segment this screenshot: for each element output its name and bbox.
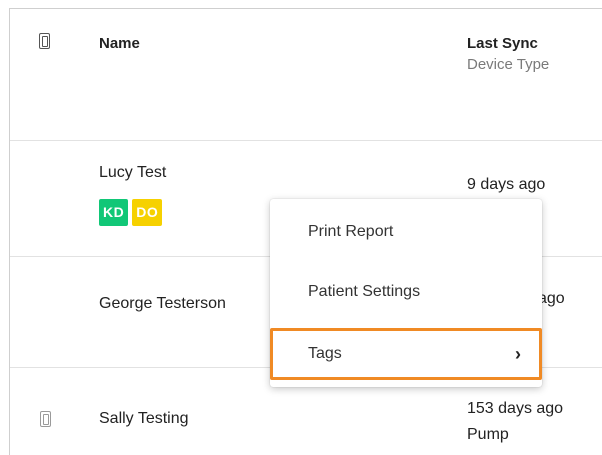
patient-name[interactable]: Sally Testing bbox=[99, 410, 189, 428]
column-header-name[interactable]: Name bbox=[99, 35, 140, 52]
last-sync-value: 153 days ago bbox=[467, 400, 564, 417]
menu-item-label: Patient Settings bbox=[308, 283, 421, 300]
patient-name[interactable]: George Testerson bbox=[99, 295, 226, 313]
menu-item-tags[interactable]: Tags › bbox=[270, 328, 542, 380]
last-sync-value: ago bbox=[538, 290, 565, 307]
patient-name[interactable]: Lucy Test bbox=[99, 164, 166, 182]
patient-table: Name Last Sync Device Type Lucy Test KD … bbox=[9, 8, 602, 455]
tag-badge: DO bbox=[132, 199, 163, 226]
menu-item-print-report[interactable]: Print Report bbox=[270, 206, 542, 258]
menu-item-label: Tags bbox=[308, 345, 342, 362]
column-header-device-type[interactable]: Device Type bbox=[467, 56, 549, 73]
row-context-menu: Print Report Patient Settings Tags › bbox=[270, 199, 542, 387]
column-header-last-sync[interactable]: Last Sync bbox=[467, 35, 538, 52]
select-all-checkbox-icon[interactable] bbox=[39, 33, 50, 49]
last-sync-value: 9 days ago bbox=[467, 176, 546, 193]
row-divider bbox=[10, 140, 602, 141]
menu-item-patient-settings[interactable]: Patient Settings bbox=[270, 266, 542, 318]
device-type-value: Pump bbox=[467, 426, 509, 443]
patient-tags: KD DO bbox=[99, 199, 163, 226]
menu-item-label: Print Report bbox=[308, 223, 394, 240]
chevron-right-icon: › bbox=[515, 344, 521, 364]
tag-badge: KD bbox=[99, 199, 129, 226]
row-checkbox-icon[interactable] bbox=[40, 411, 51, 427]
